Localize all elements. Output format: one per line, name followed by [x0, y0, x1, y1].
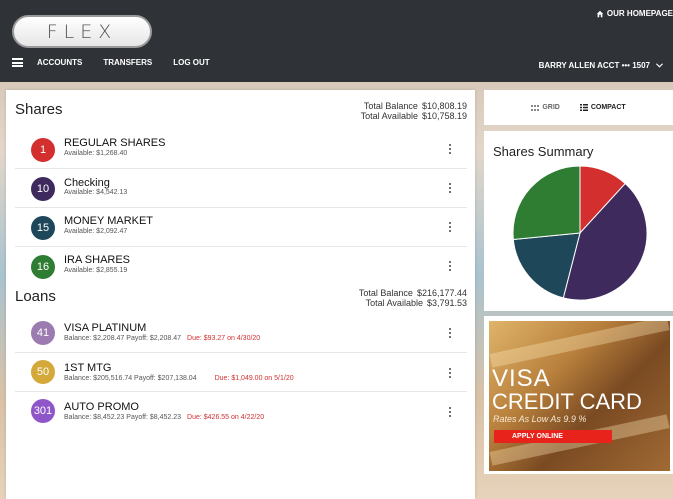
account-name: MONEY MARKET	[64, 215, 154, 227]
account-available: Available: $2,855.19	[64, 267, 128, 274]
loan-details: Balance: $8,452.23 Payoff: $8,452.23 Due:…	[64, 414, 264, 421]
account-available: Available: $1,268.40	[64, 150, 128, 157]
share-row-money-market[interactable]: 15 MONEY MARKET Available: $2,092.47	[15, 208, 467, 247]
more-vert-icon[interactable]	[448, 183, 452, 193]
loan-balance-payoff: Balance: $2,208.47 Payoff: $2,208.47	[64, 335, 182, 342]
share-row-regular[interactable]: 1 REGULAR SHARES Available: $1,268.40	[15, 130, 467, 169]
loan-balance-payoff: Balance: $8,452.23 Payoff: $8,452.23	[64, 414, 182, 421]
account-name: VISA PLATINUM	[64, 322, 147, 334]
apply-online-button[interactable]: APPLY ONLINE	[494, 430, 612, 443]
shares-total-available-label: Total Available	[360, 111, 418, 121]
loan-row-auto-promo[interactable]: 301 AUTO PROMO Balance: $8,452.23 Payoff…	[15, 392, 467, 431]
shares-total-balance: $10,808.19	[421, 101, 467, 111]
account-badge: 16	[31, 255, 55, 279]
account-name: AUTO PROMO	[64, 401, 139, 413]
main-nav: ACCOUNTS TRANSFERS LOG OUT	[12, 58, 231, 67]
account-badge: 10	[31, 177, 55, 201]
loans-totals: Total Balance $216,177.44 Total Available…	[359, 288, 467, 308]
shares-pie-chart	[512, 165, 648, 301]
account-badge: 15	[31, 216, 55, 240]
account-label: BARRY ALLEN ACCT ••• 1507	[538, 61, 650, 70]
logo-text: FLEX	[46, 20, 118, 43]
loan-due: Due: $426.55 on 4/22/20	[187, 414, 265, 421]
more-vert-icon[interactable]	[448, 368, 452, 378]
loans-total-balance-label: Total Balance	[358, 288, 413, 298]
homepage-link[interactable]: OUR HOMEPAGE	[596, 9, 673, 18]
loans-total-available: $3,791.53	[426, 298, 467, 308]
account-badge: 50	[31, 360, 55, 384]
account-name: IRA SHARES	[64, 254, 131, 266]
more-vert-icon[interactable]	[448, 261, 452, 271]
loans-total-balance: $216,177.44	[416, 288, 467, 298]
credit-card-promo-banner[interactable]: VISA CREDIT CARD Rates As Low As 9.9 % A…	[489, 321, 670, 471]
loan-details: Balance: $205,516.74 Payoff: $207,138.04…	[64, 375, 294, 382]
loan-details: Balance: $2,208.47 Payoff: $2,208.47 Due:…	[64, 335, 260, 342]
compact-label: COMPACT	[590, 104, 626, 111]
compact-view-button[interactable]: COMPACT	[579, 104, 626, 111]
account-name: Checking	[64, 177, 110, 189]
more-vert-icon[interactable]	[448, 407, 452, 417]
grid-label: GRID	[542, 104, 560, 111]
promo-decor	[489, 321, 670, 368]
account-available: Available: $4,542.13	[64, 189, 128, 196]
shares-totals: Total Balance $10,808.19 Total Available $…	[361, 101, 467, 121]
account-badge: 301	[31, 399, 55, 423]
chevron-down-icon	[656, 63, 663, 68]
more-vert-icon[interactable]	[448, 144, 452, 154]
account-badge: 41	[31, 321, 55, 345]
account-selector[interactable]: BARRY ALLEN ACCT ••• 1507	[539, 61, 663, 70]
loan-due: Due: $1,049.00 on 5/1/20	[214, 375, 294, 382]
loans-title: Loans	[15, 288, 56, 305]
loan-due: Due: $93.27 on 4/30/20	[187, 335, 261, 342]
shares-total-balance-label: Total Balance	[363, 101, 418, 111]
home-icon	[596, 10, 604, 17]
more-vert-icon[interactable]	[448, 328, 452, 338]
nav-logout[interactable]: LOG OUT	[173, 58, 209, 67]
loan-row-visa-platinum[interactable]: 41 VISA PLATINUM Balance: $2,208.47 Payo…	[15, 314, 467, 353]
grid-icon	[531, 104, 540, 111]
account-name: REGULAR SHARES	[64, 137, 166, 149]
loan-balance-payoff: Balance: $205,516.74 Payoff: $207,138.04	[64, 375, 197, 382]
promo-card: VISA CREDIT CARD Rates As Low As 9.9 % A…	[484, 316, 673, 474]
homepage-label: OUR HOMEPAGE	[606, 9, 673, 18]
more-vert-icon[interactable]	[448, 222, 452, 232]
hamburger-menu-icon[interactable]	[12, 58, 23, 67]
view-toggle: GRID COMPACT	[484, 90, 673, 125]
share-row-ira[interactable]: 16 IRA SHARES Available: $2,855.19	[15, 247, 467, 286]
nav-accounts[interactable]: ACCOUNTS	[37, 58, 82, 67]
pie-slice-ira-shares[interactable]	[512, 165, 581, 241]
shares-title: Shares	[15, 101, 63, 118]
account-name: 1ST MTG	[64, 362, 112, 374]
grid-view-button[interactable]: GRID	[531, 104, 560, 111]
top-bar: FLEX OUR HOMEPAGE ACCOUNTS TRANSFERS LOG…	[0, 0, 673, 82]
accounts-card: Shares Total Balance $10,808.19 Total Ava…	[6, 90, 475, 499]
list-icon	[579, 104, 588, 111]
shares-total-available: $10,758.19	[421, 111, 467, 121]
shares-summary-card: Shares Summary	[484, 131, 673, 311]
account-badge: 1	[31, 138, 55, 162]
loan-row-1st-mtg[interactable]: 50 1ST MTG Balance: $205,516.74 Payoff: …	[15, 353, 467, 392]
loans-total-available-label: Total Available	[365, 298, 423, 308]
share-row-checking[interactable]: 10 Checking Available: $4,542.13	[15, 169, 467, 208]
promo-rates-text: Rates As Low As 9.9 %	[493, 414, 587, 424]
promo-credit-card-text: CREDIT CARD	[492, 389, 642, 414]
flex-logo[interactable]: FLEX	[12, 15, 152, 48]
account-available: Available: $2,092.47	[64, 228, 128, 235]
nav-transfers[interactable]: TRANSFERS	[103, 58, 152, 67]
